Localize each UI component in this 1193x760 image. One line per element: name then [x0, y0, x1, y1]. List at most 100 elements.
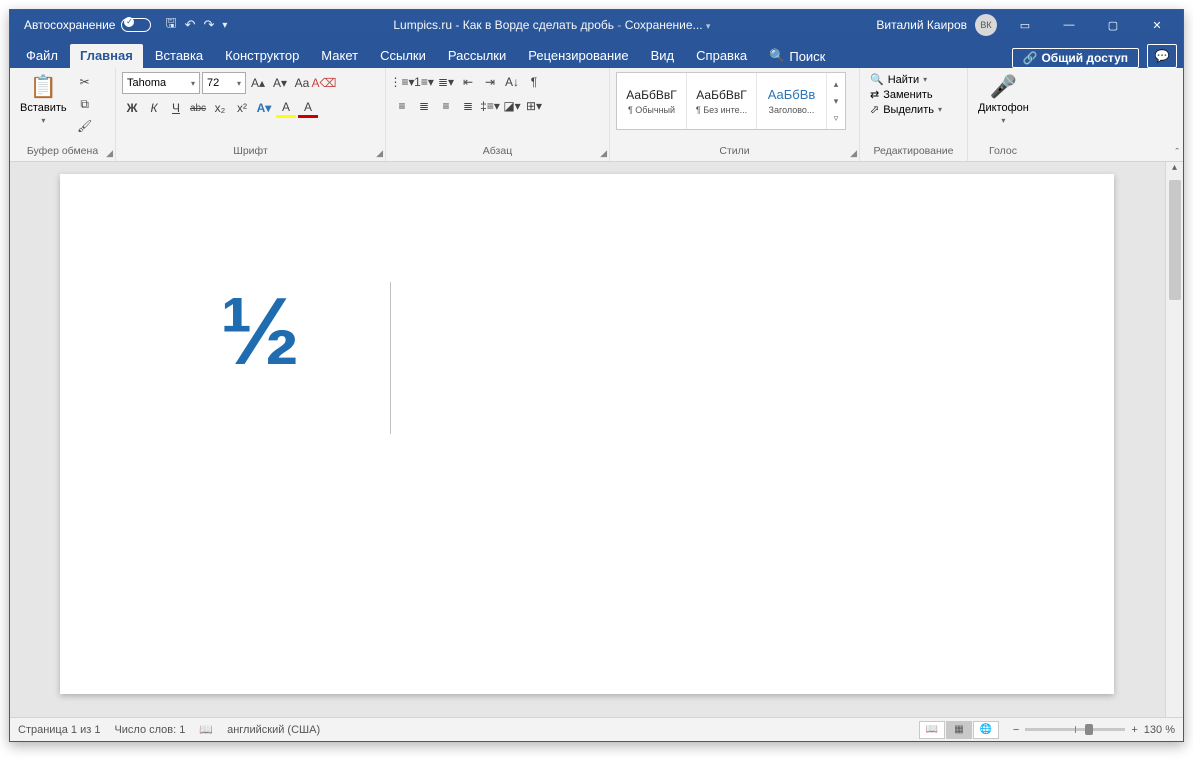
copy-icon[interactable]: ⧉: [75, 94, 95, 114]
decrease-indent-icon[interactable]: ⇤: [458, 72, 478, 92]
numbering-icon[interactable]: 1≡▾: [414, 72, 434, 92]
paragraph-launcher-icon[interactable]: ◢: [600, 148, 607, 159]
tab-review[interactable]: Рецензирование: [518, 44, 638, 68]
read-mode-icon[interactable]: 📖: [919, 721, 945, 739]
font-launcher-icon[interactable]: ◢: [376, 148, 383, 159]
style-preview: АаБбВвГ: [696, 88, 746, 102]
font-size-value: 72: [207, 77, 219, 89]
toggle-switch-icon[interactable]: [121, 18, 151, 32]
format-painter-icon[interactable]: 🖌: [75, 116, 95, 136]
statusbar: Страница 1 из 1 Число слов: 1 📖 английск…: [10, 717, 1183, 741]
show-hide-icon[interactable]: ¶: [524, 72, 544, 92]
maximize-button[interactable]: ▢: [1091, 11, 1135, 39]
increase-indent-icon[interactable]: ⇥: [480, 72, 500, 92]
group-font: Tahoma▾ 72▾ A▴ A▾ Aa A⌫ Ж К Ч abc x₂ x² …: [116, 68, 386, 161]
word-count[interactable]: Число слов: 1: [114, 724, 185, 736]
style-gallery[interactable]: АаБбВвГ ¶ Обычный АаБбВвГ ¶ Без инте... …: [616, 72, 846, 130]
bold-button[interactable]: Ж: [122, 98, 142, 118]
sort-icon[interactable]: A↓: [502, 72, 522, 92]
cut-icon[interactable]: ✂: [75, 72, 95, 92]
scroll-up-icon[interactable]: ▴: [1172, 162, 1177, 178]
style-name: ¶ Обычный: [628, 105, 675, 115]
highlight-icon[interactable]: A: [276, 98, 296, 118]
select-button[interactable]: ⬀Выделить▾: [866, 102, 946, 117]
zoom-out-button[interactable]: −: [1013, 724, 1019, 736]
redo-icon[interactable]: ↷: [203, 17, 214, 33]
close-button[interactable]: ✕: [1135, 11, 1179, 39]
document-title: Lumpics.ru - Как в Ворде сделать дробь -…: [227, 18, 876, 32]
justify-icon[interactable]: ≣: [458, 96, 478, 116]
styles-more-button[interactable]: ▴▾▿: [827, 73, 845, 129]
page-status[interactable]: Страница 1 из 1: [18, 724, 100, 736]
italic-button[interactable]: К: [144, 98, 164, 118]
style-normal[interactable]: АаБбВвГ ¶ Обычный: [617, 73, 687, 129]
styles-launcher-icon[interactable]: ◢: [850, 148, 857, 159]
ribbon-options-icon[interactable]: ▭: [1003, 11, 1047, 39]
share-button[interactable]: 🔗 Общий доступ: [1012, 48, 1139, 68]
tab-view[interactable]: Вид: [641, 44, 685, 68]
title-text: Lumpics.ru - Как в Ворде сделать дробь: [393, 18, 614, 32]
titlebar: Автосохранение 🖫 ↶ ↷ ▾ Lumpics.ru - Как …: [10, 10, 1183, 40]
web-layout-icon[interactable]: 🌐: [973, 721, 999, 739]
page-scroll[interactable]: ½: [10, 162, 1165, 717]
font-size-combo[interactable]: 72▾: [202, 72, 246, 94]
collapse-ribbon-icon[interactable]: ˆ: [1175, 147, 1179, 159]
vertical-scrollbar[interactable]: ▴: [1165, 162, 1183, 717]
tab-insert[interactable]: Вставка: [145, 44, 213, 68]
tab-mailings[interactable]: Рассылки: [438, 44, 516, 68]
scroll-thumb[interactable]: [1169, 180, 1181, 300]
grow-font-icon[interactable]: A▴: [248, 73, 268, 93]
clipboard-launcher-icon[interactable]: ◢: [106, 148, 113, 159]
language-status[interactable]: английский (США): [227, 724, 320, 736]
line-spacing-icon[interactable]: ‡≡▾: [480, 96, 500, 116]
replace-button[interactable]: ⇄Заменить: [866, 87, 937, 102]
zoom-value[interactable]: 130 %: [1144, 724, 1175, 736]
zoom-slider[interactable]: [1025, 728, 1125, 731]
change-case-icon[interactable]: Aa: [292, 73, 312, 93]
autosave-toggle[interactable]: Автосохранение: [24, 18, 151, 32]
tab-home[interactable]: Главная: [70, 44, 143, 68]
group-font-label: Шрифт: [122, 143, 379, 159]
underline-button[interactable]: Ч: [166, 98, 186, 118]
multilevel-icon[interactable]: ≣▾: [436, 72, 456, 92]
shrink-font-icon[interactable]: A▾: [270, 73, 290, 93]
style-preview: АаБбВв: [768, 87, 816, 102]
document-content[interactable]: ½: [220, 278, 294, 385]
subscript-button[interactable]: x₂: [210, 98, 230, 118]
spellcheck-icon[interactable]: 📖: [199, 723, 213, 736]
shading-icon[interactable]: ◪▾: [502, 96, 522, 116]
zoom-thumb[interactable]: [1085, 724, 1093, 735]
clear-format-icon[interactable]: A⌫: [314, 73, 334, 93]
tab-references[interactable]: Ссылки: [370, 44, 436, 68]
dictate-button[interactable]: 🎤 Диктофон ▾: [974, 72, 1033, 127]
strikethrough-button[interactable]: abc: [188, 98, 208, 118]
paste-button[interactable]: 📋 Вставить ▾: [16, 72, 71, 127]
bullets-icon[interactable]: ⋮≡▾: [392, 72, 412, 92]
minimize-button[interactable]: ―: [1047, 11, 1091, 39]
user-avatar[interactable]: ВК: [975, 14, 997, 36]
style-heading1[interactable]: АаБбВв Заголово...: [757, 73, 827, 129]
align-right-icon[interactable]: ≡: [436, 96, 456, 116]
text-effects-icon[interactable]: A▾: [254, 98, 274, 118]
save-icon[interactable]: 🖫: [165, 14, 176, 36]
tab-help[interactable]: Справка: [686, 44, 757, 68]
find-button[interactable]: 🔍Найти▾: [866, 72, 931, 87]
style-nospacing[interactable]: АаБбВвГ ¶ Без инте...: [687, 73, 757, 129]
search-box[interactable]: 🔍 Поиск: [759, 44, 835, 68]
group-styles-label: Стили: [616, 143, 853, 159]
font-color-icon[interactable]: A: [298, 98, 318, 118]
superscript-button[interactable]: x²: [232, 98, 252, 118]
zoom-in-button[interactable]: +: [1131, 724, 1137, 736]
font-name-value: Tahoma: [127, 77, 166, 89]
page[interactable]: ½: [60, 174, 1114, 694]
font-name-combo[interactable]: Tahoma▾: [122, 72, 200, 94]
undo-icon[interactable]: ↶: [185, 17, 196, 33]
tab-layout[interactable]: Макет: [311, 44, 368, 68]
align-left-icon[interactable]: ≡: [392, 96, 412, 116]
align-center-icon[interactable]: ≣: [414, 96, 434, 116]
tab-file[interactable]: Файл: [16, 44, 68, 68]
comments-button[interactable]: 💬: [1147, 44, 1177, 68]
print-layout-icon[interactable]: ▦: [946, 721, 972, 739]
tab-design[interactable]: Конструктор: [215, 44, 309, 68]
borders-icon[interactable]: ⊞▾: [524, 96, 544, 116]
